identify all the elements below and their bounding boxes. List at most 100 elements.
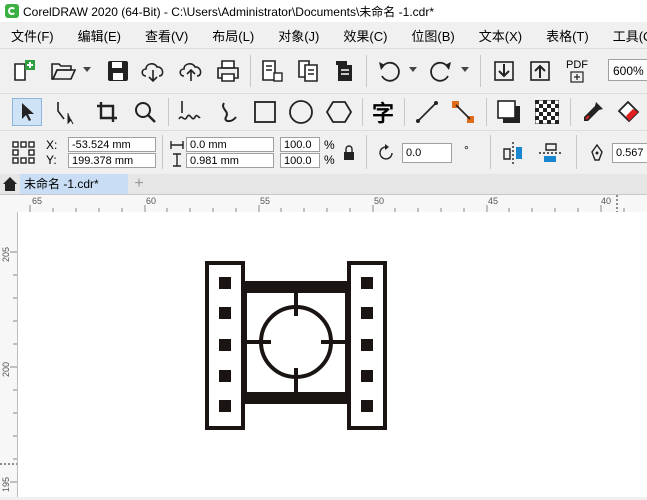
x-position-input[interactable]: -53.524 mm (68, 137, 156, 152)
vertical-ruler[interactable]: 205 200 195 (0, 212, 18, 497)
lock-ratio-icon[interactable] (340, 143, 358, 163)
document-tab-bar: 未命名 -1.cdr* + (0, 174, 647, 195)
cloud-upload-icon[interactable] (176, 57, 206, 85)
rotation-icon (376, 142, 398, 164)
export-icon[interactable] (294, 57, 322, 85)
drop-shadow-tool-icon[interactable] (494, 98, 524, 126)
width-input[interactable]: 0.0 mm (186, 137, 274, 152)
ruler-label: 200 (1, 361, 11, 377)
connector-tool-icon[interactable] (448, 98, 478, 126)
rotation-angle-input[interactable]: 0.0 (402, 143, 452, 163)
toolbar-separator (168, 98, 169, 126)
redo-dropdown-icon[interactable] (460, 63, 470, 77)
new-document-icon[interactable] (10, 57, 38, 85)
zoom-level-input[interactable]: 600% (608, 59, 647, 81)
open-dropdown-icon[interactable] (82, 63, 92, 77)
menu-bitmaps[interactable]: 位图(B) (400, 26, 454, 45)
ruler-label: 205 (1, 246, 11, 262)
ruler-label: 40 (601, 196, 612, 206)
menu-bar: 文件(F) 编辑(E) 查看(V) 布局(L) 对象(J) 效果(C) 位图(B… (0, 22, 647, 48)
eyedropper-tool-icon[interactable] (578, 98, 608, 126)
transparency-tool-icon[interactable] (532, 98, 562, 126)
height-icon (170, 153, 184, 167)
toolbar-separator (570, 98, 571, 126)
text-tool-icon[interactable]: 字 (368, 98, 398, 126)
add-tab-button[interactable]: + (130, 176, 148, 192)
degree-label: ° (464, 143, 469, 157)
home-icon[interactable] (2, 176, 18, 192)
toolbar-separator (162, 135, 163, 169)
toolbar-separator (366, 55, 367, 87)
cloud-download-icon[interactable] (138, 57, 168, 85)
y-label: Y: (46, 153, 57, 167)
artistic-media-icon[interactable] (214, 98, 244, 126)
import-arrow-icon[interactable] (490, 57, 518, 85)
property-bar: X: -53.524 mm Y: 199.378 mm 0.0 mm 0.981… (0, 130, 647, 175)
rectangle-tool-icon[interactable] (250, 98, 280, 126)
polygon-tool-icon[interactable] (324, 98, 354, 126)
ruler-label: 55 (260, 196, 271, 206)
pick-tool-icon[interactable] (12, 98, 42, 126)
width-icon (170, 138, 184, 152)
toolbar-separator (490, 135, 491, 169)
scale-width-input[interactable]: 100.0 (280, 137, 320, 152)
x-label: X: (46, 138, 58, 152)
menu-object[interactable]: 对象(J) (267, 26, 319, 45)
toolbar-separator (576, 135, 577, 169)
outline-pen-icon (588, 143, 606, 163)
mirror-horizontal-icon[interactable] (498, 139, 528, 167)
horizontal-ruler[interactable]: 65 60 55 50 45 40 (0, 195, 647, 213)
ellipse-tool-icon[interactable] (286, 98, 316, 126)
pdf-label: PDF (566, 59, 588, 71)
mirror-vertical-icon[interactable] (536, 139, 566, 167)
publish-icon[interactable] (330, 57, 358, 85)
ruler-label: 195 (1, 476, 11, 492)
toolbar-separator (366, 135, 367, 169)
scale-height-input[interactable]: 100.0 (280, 153, 320, 168)
zoom-tool-icon[interactable] (130, 98, 160, 126)
interactive-fill-tool-icon[interactable] (614, 98, 644, 126)
standard-toolbar: PDF 600% (0, 48, 647, 94)
freehand-tool-icon[interactable] (174, 98, 204, 126)
shape-tool-icon[interactable] (50, 98, 80, 126)
reference-point-icon[interactable] (10, 139, 38, 167)
y-position-input[interactable]: 199.378 mm (68, 153, 156, 168)
ruler-label: 65 (32, 196, 43, 206)
undo-dropdown-icon[interactable] (408, 63, 418, 77)
menu-view[interactable]: 查看(V) (134, 26, 188, 45)
crop-tool-icon[interactable] (92, 98, 122, 126)
ruler-label: 50 (374, 196, 385, 206)
import-icon[interactable] (258, 57, 286, 85)
open-folder-icon[interactable] (48, 57, 78, 85)
menu-tools[interactable]: 工具(O) (602, 26, 647, 45)
save-icon[interactable] (104, 57, 132, 85)
document-tab[interactable]: 未命名 -1.cdr* (20, 174, 128, 194)
toolbar-separator (362, 98, 363, 126)
ruler-label: 60 (146, 196, 157, 206)
toolbar-separator (486, 98, 487, 126)
toolbar-separator (250, 55, 251, 87)
publish-pdf-button[interactable]: PDF (562, 55, 592, 87)
print-icon[interactable] (214, 57, 242, 85)
drawing-canvas[interactable] (18, 212, 647, 497)
coreldraw-app-icon (5, 4, 19, 18)
menu-layout[interactable]: 布局(L) (201, 26, 254, 45)
percent-label: % (324, 153, 335, 167)
window-title: CorelDRAW 2020 (64-Bit) - C:\Users\Admin… (23, 4, 434, 19)
outline-width-input[interactable]: 0.567 (612, 143, 647, 163)
menu-text[interactable]: 文本(X) (468, 26, 522, 45)
menu-table[interactable]: 表格(T) (535, 26, 589, 45)
title-bar: CorelDRAW 2020 (64-Bit) - C:\Users\Admin… (0, 0, 647, 22)
menu-file[interactable]: 文件(F) (0, 26, 54, 45)
height-input[interactable]: 0.981 mm (186, 153, 274, 168)
undo-icon[interactable] (374, 57, 404, 85)
percent-label: % (324, 138, 335, 152)
export-arrow-icon[interactable] (526, 57, 554, 85)
menu-edit[interactable]: 编辑(E) (67, 26, 121, 45)
dimension-tool-icon[interactable] (412, 98, 442, 126)
film-strip-artwork[interactable] (18, 212, 647, 497)
menu-effects[interactable]: 效果(C) (332, 26, 387, 45)
toolbar-separator (404, 98, 405, 126)
redo-icon[interactable] (426, 57, 456, 85)
ruler-label: 45 (488, 196, 499, 206)
